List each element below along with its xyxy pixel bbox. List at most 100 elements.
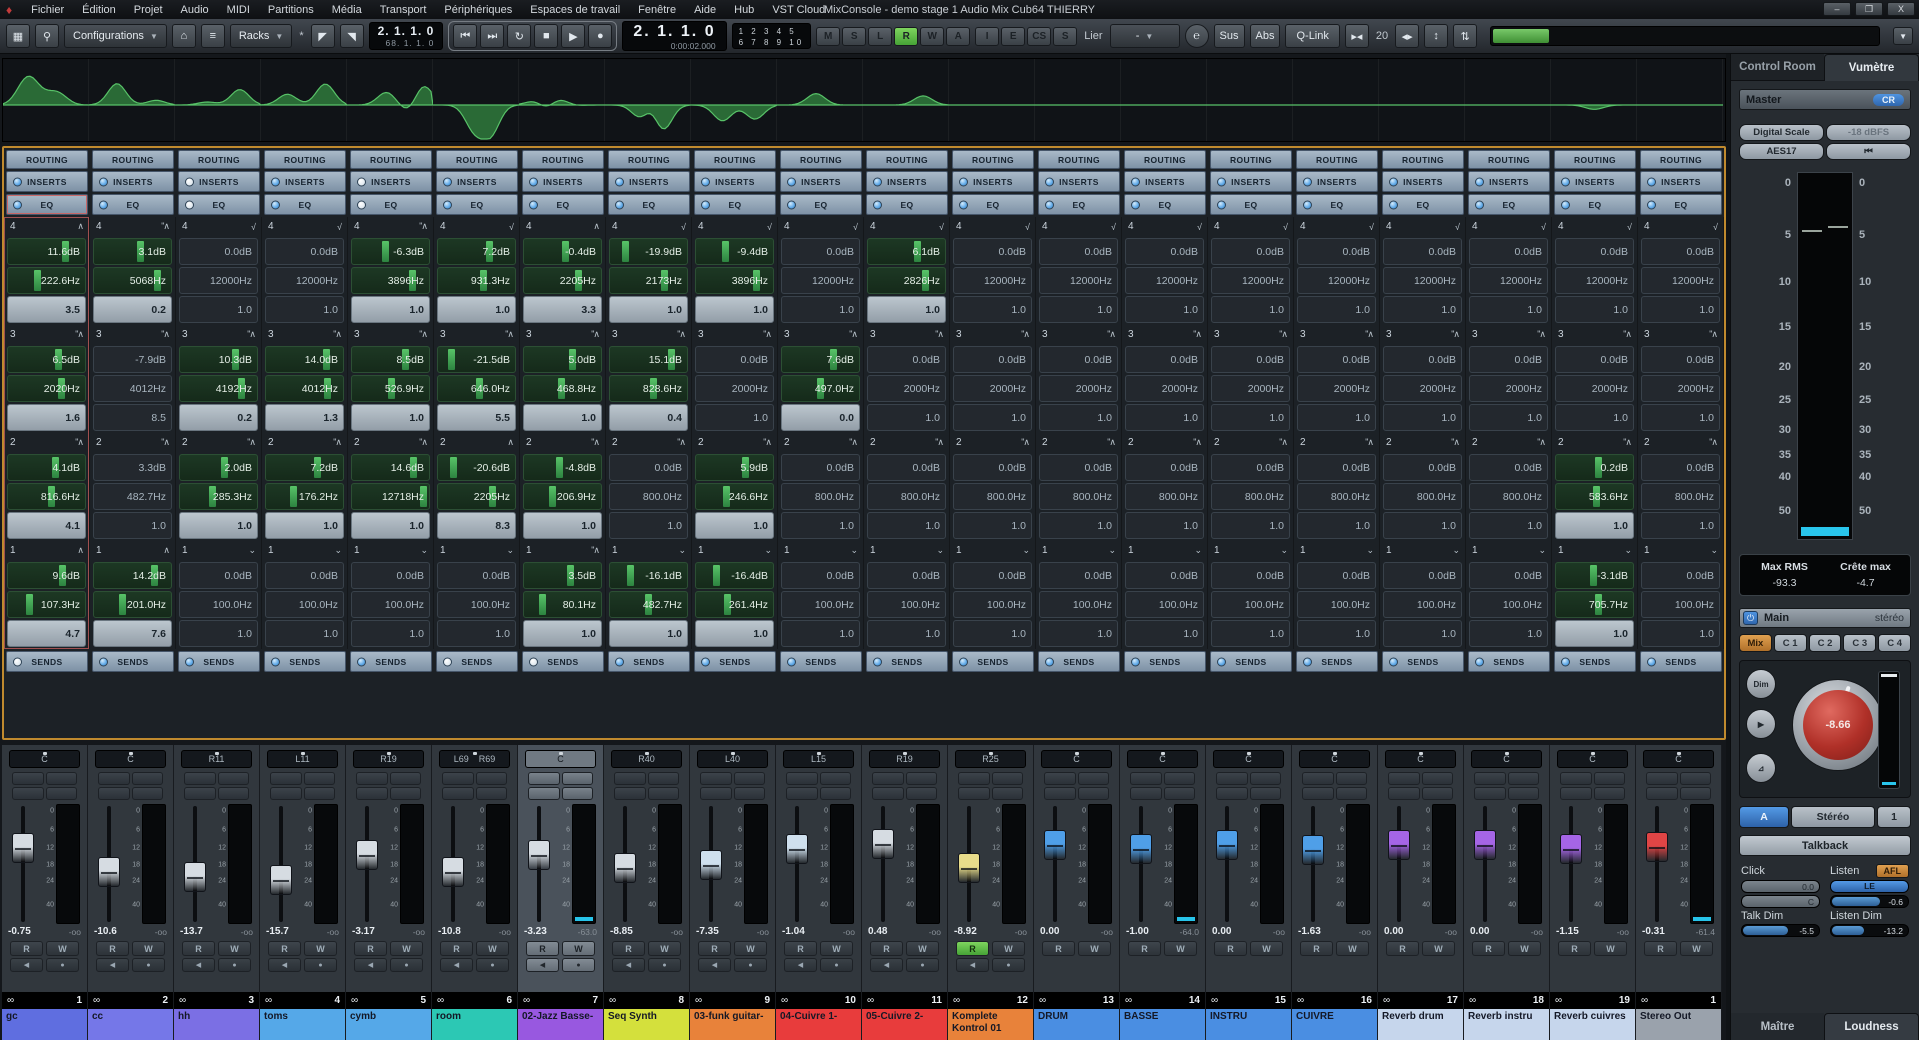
read-automation-button[interactable]: R — [1300, 941, 1333, 956]
secondary-time-display[interactable]: 2. 1. 1. 0 68. 1. 1. 0 — [369, 22, 444, 50]
inserts-rack-cell[interactable]: INSERTS — [606, 171, 692, 192]
power-icon[interactable]: ⏻ — [1743, 611, 1758, 625]
sends-led-icon[interactable] — [271, 657, 280, 666]
eq-band-number[interactable]: 4 — [956, 221, 962, 232]
inserts-led-icon[interactable] — [357, 177, 366, 186]
sends-led-icon[interactable] — [873, 657, 882, 666]
eq-band-number[interactable]: 2 — [784, 437, 790, 448]
eq-gain-cell[interactable]: 0.0dB — [1297, 238, 1376, 265]
eq-band-number[interactable]: 2 — [870, 437, 876, 448]
eq-led-icon[interactable] — [1217, 200, 1226, 209]
routing-rack-cell[interactable]: ROUTING — [864, 150, 950, 169]
channel-strip[interactable]: C 0612182440 -1.63 -oo R W ∞ 16 — [1292, 745, 1378, 1040]
routing-rack-cell[interactable]: ROUTING — [262, 150, 348, 169]
read-automation-button[interactable]: R — [1128, 941, 1161, 956]
eq-led-icon[interactable] — [185, 200, 194, 209]
channel-strip[interactable]: R19 0612182440 0.48 -oo R W ◀ ● ∞ — [862, 745, 948, 1040]
eq-freq-cell[interactable]: 800.0Hz — [867, 483, 946, 510]
racks-star[interactable]: * — [299, 30, 303, 42]
read-automation-button[interactable]: R — [96, 941, 129, 956]
eq-band-type-icon[interactable]: √ — [1369, 222, 1373, 232]
eq-band-number[interactable]: 1 — [1300, 545, 1306, 556]
eq-gain-cell[interactable]: -6.3dB — [351, 238, 430, 265]
edit-channel-button[interactable] — [1508, 787, 1540, 800]
fader-cap[interactable] — [12, 833, 34, 863]
sends-rack-cell[interactable]: SENDS — [692, 651, 778, 672]
sends-rack-cell[interactable]: SENDS — [1294, 651, 1380, 672]
channel-strip[interactable]: L15 0612182440 -1.04 -oo R W ◀ ● ∞ — [776, 745, 862, 1040]
edit-channel-button[interactable] — [476, 787, 508, 800]
eq-freq-cell[interactable]: 12000Hz — [1125, 267, 1204, 294]
eq-freq-cell[interactable]: 4192Hz — [179, 375, 258, 402]
mute-button[interactable] — [1216, 772, 1248, 785]
eq-gain-cell[interactable]: 0.0dB — [1039, 562, 1118, 589]
eq-q-cell[interactable]: 0.2 — [93, 296, 172, 323]
sends-led-icon[interactable] — [1045, 657, 1054, 666]
eq-q-cell[interactable]: 5.5 — [437, 404, 516, 431]
eq-freq-cell[interactable]: 5068Hz — [93, 267, 172, 294]
eq-gain-cell[interactable]: 6.5dB — [7, 346, 86, 373]
solo-button[interactable] — [304, 772, 336, 785]
channel-number-row[interactable]: ∞ 9 — [690, 992, 775, 1009]
listen-button[interactable] — [356, 787, 388, 800]
read-automation-button[interactable]: R — [870, 941, 903, 956]
eq-gain-handle[interactable] — [627, 565, 634, 586]
channel-number-row[interactable]: ∞ 6 — [432, 992, 517, 1009]
eq-gain-cell[interactable]: -9.4dB — [695, 238, 774, 265]
eq-band-number[interactable]: 2 — [1472, 437, 1478, 448]
eq-band-type-icon[interactable]: ʺ∧ — [763, 437, 771, 448]
listen-button[interactable] — [614, 787, 646, 800]
eq-led-icon[interactable] — [357, 200, 366, 209]
eq-freq-cell[interactable]: 3896Hz — [695, 267, 774, 294]
eq-freq-cell[interactable]: 2205Hz — [437, 483, 516, 510]
eq-gain-cell[interactable]: 0.0dB — [179, 238, 258, 265]
fader-cap[interactable] — [1646, 832, 1668, 862]
tab-loudness[interactable]: Loudness — [1824, 1013, 1919, 1040]
eq-band-number[interactable]: 4 — [1644, 221, 1650, 232]
eq-freq-cell[interactable]: 285.3Hz — [179, 483, 258, 510]
listen-button[interactable] — [1388, 787, 1420, 800]
mute-button[interactable] — [1044, 772, 1076, 785]
eq-gain-handle[interactable] — [448, 349, 455, 370]
solo-button[interactable] — [1508, 772, 1540, 785]
goto-prev-marker-button[interactable]: ⏮ — [453, 24, 477, 48]
record-enable-icon[interactable]: ● — [820, 958, 853, 972]
eq-freq-cell[interactable]: 2000Hz — [695, 375, 774, 402]
eq-freq-cell[interactable]: 2826Hz — [867, 267, 946, 294]
eq-curve-cell[interactable] — [1551, 59, 1637, 141]
menu-projet[interactable]: Projet — [125, 4, 172, 16]
inserts-led-icon[interactable] — [1217, 177, 1226, 186]
read-automation-button[interactable]: R — [1042, 941, 1075, 956]
peak-value[interactable]: -oo — [757, 927, 769, 937]
eq-freq-cell[interactable]: 12000Hz — [1211, 267, 1290, 294]
eq-q-cell[interactable]: 1.0 — [351, 620, 430, 647]
eq-band-type-icon[interactable]: √ — [939, 222, 943, 232]
routing-rack-cell[interactable]: ROUTING — [950, 150, 1036, 169]
inserts-rack-cell[interactable]: INSERTS — [692, 171, 778, 192]
eq-freq-cell[interactable]: 468.8Hz — [523, 375, 602, 402]
solo-button[interactable] — [992, 772, 1024, 785]
inserts-led-icon[interactable] — [1647, 177, 1656, 186]
eq-band-number[interactable]: 3 — [1128, 329, 1134, 340]
eq-band-type-icon[interactable]: ʺ∧ — [1365, 437, 1373, 448]
sends-led-icon[interactable] — [185, 657, 194, 666]
eq-band-type-icon[interactable]: √ — [1283, 222, 1287, 232]
record-button[interactable]: ● — [588, 24, 612, 48]
eq-q-cell[interactable]: 1.0 — [867, 404, 946, 431]
eq-rack-cell[interactable]: EQ — [1036, 194, 1122, 215]
eq-freq-cell[interactable]: 3896Hz — [351, 267, 430, 294]
volume-fader[interactable] — [952, 804, 986, 924]
eq-q-cell[interactable]: 1.0 — [953, 620, 1032, 647]
menu-aide[interactable]: Aide — [685, 4, 725, 16]
eq-gain-cell[interactable]: 7.2dB — [437, 238, 516, 265]
fader-cap[interactable] — [1560, 834, 1582, 864]
pan-control[interactable]: C — [525, 750, 596, 768]
eq-gain-handle[interactable] — [622, 241, 629, 262]
menu-peripheriques[interactable]: Périphériques — [435, 4, 521, 16]
eq-band-type-icon[interactable]: ⌄ — [1108, 545, 1115, 556]
eq-gain-cell[interactable]: 0.0dB — [1383, 238, 1462, 265]
eq-band-type-icon[interactable]: ʺ∧ — [1537, 329, 1545, 340]
eq-curve-cell[interactable] — [949, 59, 1035, 141]
eq-band-number[interactable]: 2 — [1214, 437, 1220, 448]
sends-rack-cell[interactable]: SENDS — [950, 651, 1036, 672]
